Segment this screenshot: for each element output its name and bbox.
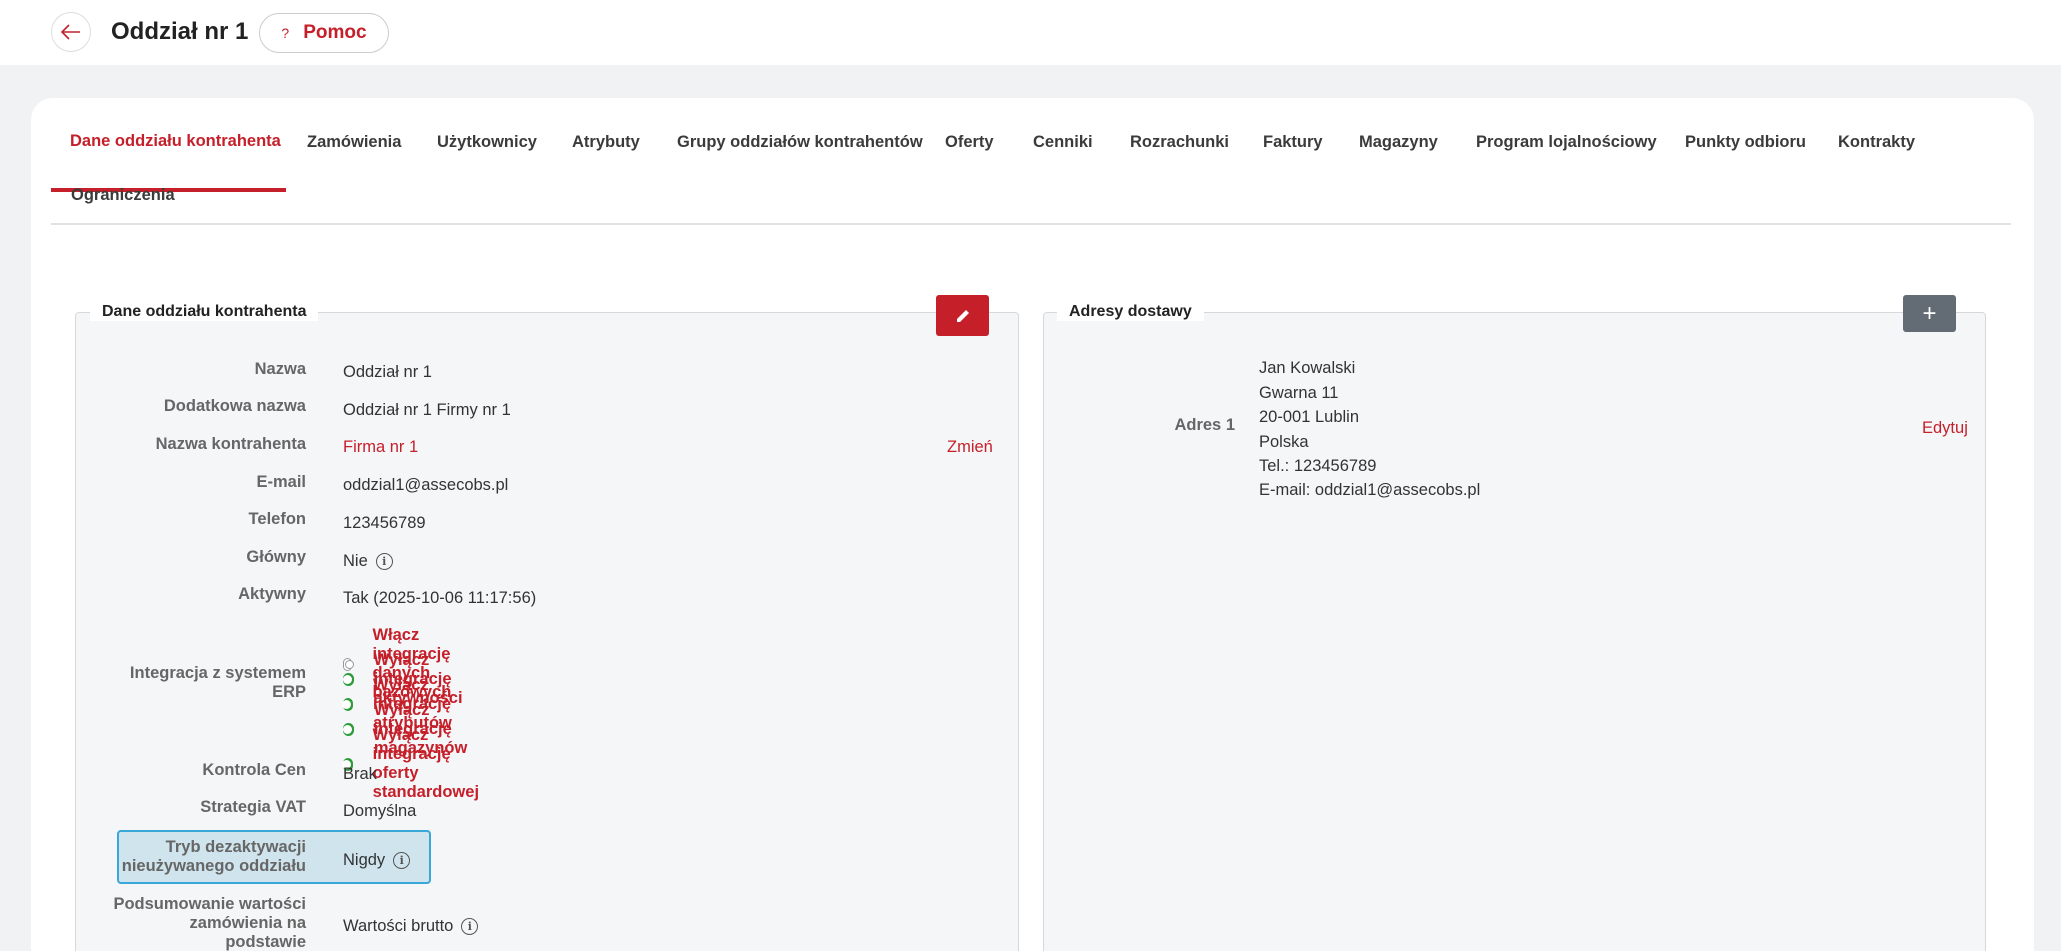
field-value-nazwa: Oddział nr 1 — [343, 363, 432, 381]
tab-ograniczenia[interactable]: Ograniczenia — [71, 186, 175, 205]
tab-atrybuty[interactable]: Atrybuty — [572, 133, 640, 152]
field-value-podsumowanie: Wartości brutto — [343, 917, 454, 935]
field-label-email: E-mail — [256, 473, 306, 491]
address-line: Jan Kowalski — [1259, 359, 1356, 377]
tab-grupy-oddzialow[interactable]: Grupy oddziałów kontrahentów — [677, 133, 923, 152]
address-line: Tel.: 123456789 — [1259, 457, 1377, 475]
addresses-fieldset — [1043, 312, 1986, 951]
addresses-legend: Adresy dostawy — [1057, 303, 1204, 321]
add-address-button[interactable]: + — [1903, 295, 1956, 332]
tryb-label-line1: Tryb dezaktywacji — [165, 838, 306, 856]
address-line: 20-001 Lublin — [1259, 408, 1359, 426]
info-icon[interactable]: i — [375, 553, 393, 570]
edit-address-link[interactable]: Edytuj — [1922, 419, 1968, 438]
field-label-aktywny: Aktywny — [238, 585, 306, 603]
tab-program-lojalnosciowy[interactable]: Program lojalnościowy — [1476, 133, 1657, 152]
pencil-icon — [956, 309, 969, 322]
edit-button[interactable] — [936, 295, 989, 336]
toggle-label[interactable]: Wyłącz integrację oferty standardowej — [373, 726, 494, 802]
field-label-nazwa: Nazwa — [254, 360, 306, 378]
tab-zamowienia[interactable]: Zamówienia — [307, 133, 401, 152]
arrow-left-icon — [61, 24, 80, 40]
tab-magazyny[interactable]: Magazyny — [1359, 133, 1438, 152]
help-button[interactable]: ? Pomoc — [259, 13, 389, 53]
back-button[interactable] — [51, 12, 91, 52]
tab-uzytkownicy[interactable]: Użytkownicy — [437, 133, 537, 152]
plus-icon: + — [1922, 299, 1937, 327]
info-icon[interactable]: i — [393, 852, 411, 869]
tab-kontrakty[interactable]: Kontrakty — [1838, 133, 1915, 152]
tab-oferty[interactable]: Oferty — [945, 133, 994, 152]
field-label-telefon: Telefon — [248, 510, 306, 528]
tab-rozrachunki[interactable]: Rozrachunki — [1130, 133, 1229, 152]
field-label-erp: Integracja z systemem ERP — [6, 664, 306, 702]
field-label-dodatkowa: Dodatkowa nazwa — [163, 397, 306, 415]
field-label-tryb: Tryb dezaktywacji nieużywanego oddziału — [6, 838, 306, 876]
field-value-dodatkowa: Oddział nr 1 Firmy nr 1 — [343, 401, 511, 419]
tryb-label-line2: nieużywanego oddziału — [121, 857, 306, 875]
tab-faktury[interactable]: Faktury — [1263, 133, 1323, 152]
field-value-tryb: Nigdy — [343, 851, 386, 869]
address-line: Polska — [1259, 433, 1309, 451]
field-label-podsumowanie: Podsumowanie wartości zamówienia na pods… — [6, 895, 306, 951]
podsumowanie-label-line3: podstawie — [225, 933, 306, 951]
tab-dane-oddzialu[interactable]: Dane oddziału kontrahenta — [70, 132, 281, 151]
address-label: Adres 1 — [1174, 416, 1235, 434]
change-kontrahent-link[interactable]: Zmień — [947, 438, 993, 457]
field-value-email: oddzial1@assecobs.pl — [343, 476, 509, 494]
question-icon: ? — [281, 25, 290, 41]
field-value-glowny-row: Nie i — [343, 552, 393, 571]
field-label-kontrahent: Nazwa kontrahenta — [155, 435, 306, 453]
podsumowanie-label-line1: Podsumowanie wartości — [113, 895, 306, 913]
field-value-vat: Domyślna — [343, 802, 417, 820]
page-title: Oddział nr 1 — [111, 18, 249, 45]
field-value-kontrola: Brak — [343, 765, 377, 783]
field-value-tryb-row: Nigdy i — [343, 851, 411, 870]
field-value-glowny: Nie — [343, 552, 368, 570]
kontrahent-link[interactable]: Firma nr 1 — [343, 438, 418, 457]
help-label: Pomoc — [303, 22, 367, 43]
toggle-row-oferty[interactable]: Wyłącz integrację oferty standardowej — [341, 726, 494, 802]
address-line: Gwarna 11 — [1259, 384, 1339, 402]
top-bar: Oddział nr 1 ? Pomoc — [0, 0, 2061, 65]
tab-punkty-odbioru[interactable]: Punkty odbioru — [1685, 133, 1806, 152]
podsumowanie-label-line2: zamówienia na — [189, 914, 306, 932]
field-value-podsumowanie-row: Wartości brutto i — [343, 917, 479, 936]
tab-bar: Dane oddziału kontrahenta Zamówienia Uży… — [51, 122, 2011, 225]
field-label-kontrola: Kontrola Cen — [202, 761, 306, 779]
field-value-telefon: 123456789 — [343, 514, 426, 532]
field-label-vat: Strategia VAT — [200, 798, 306, 816]
field-label-glowny: Główny — [246, 548, 306, 566]
info-icon[interactable]: i — [461, 918, 479, 935]
erp-label-line1: Integracja z systemem — [129, 664, 306, 682]
erp-label-line2: ERP — [272, 683, 306, 701]
tab-cenniki[interactable]: Cenniki — [1033, 133, 1093, 152]
details-legend: Dane oddziału kontrahenta — [90, 303, 319, 321]
field-value-aktywny: Tak (2025-10-06 11:17:56) — [343, 589, 537, 607]
address-line: E-mail: oddzial1@assecobs.pl — [1259, 481, 1481, 499]
